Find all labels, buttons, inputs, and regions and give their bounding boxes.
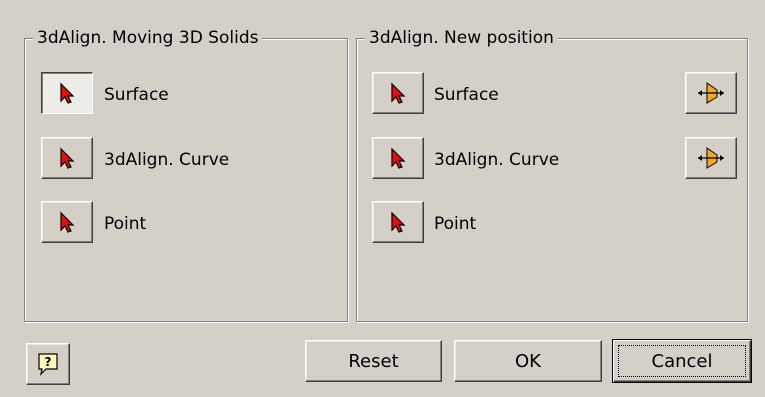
reset-button[interactable]: Reset [305,340,442,382]
flip-curve-direction-button[interactable] [685,137,737,179]
pick-moving-curve-button[interactable] [41,137,93,179]
svg-text:?: ? [45,355,52,369]
target-surface-label: Surface [434,85,499,105]
moving-point-label: Point [104,214,147,234]
moving-surface-label: Surface [104,85,169,105]
ok-button-label: OK [515,350,541,372]
flip-direction-icon [698,82,724,104]
red-arrow-cursor-icon [60,82,75,104]
target-curve-label: 3dAlign. Curve [434,150,560,170]
moving-solids-group-title: 3dAlign. Moving 3D Solids [33,27,263,49]
flip-surface-direction-button[interactable] [685,72,737,114]
red-arrow-cursor-icon [391,82,406,104]
pick-moving-point-button[interactable] [41,201,93,243]
pick-target-surface-button[interactable] [372,72,424,114]
reset-button-label: Reset [348,350,399,372]
cancel-button[interactable]: Cancel [612,339,752,383]
focus-rectangle [618,345,746,377]
help-icon: ? [38,353,58,376]
target-point-label: Point [434,214,477,234]
moving-curve-label: 3dAlign. Curve [104,150,230,170]
red-arrow-cursor-icon [391,147,406,169]
pick-target-point-button[interactable] [372,201,424,243]
red-arrow-cursor-icon [60,147,75,169]
ok-button[interactable]: OK [454,340,602,382]
new-position-group-title: 3dAlign. New position [365,27,558,49]
red-arrow-cursor-icon [391,211,406,233]
pick-target-curve-button[interactable] [372,137,424,179]
pick-moving-surface-button[interactable] [41,72,93,114]
flip-direction-icon [698,147,724,169]
red-arrow-cursor-icon [60,211,75,233]
help-button[interactable]: ? [26,343,70,385]
